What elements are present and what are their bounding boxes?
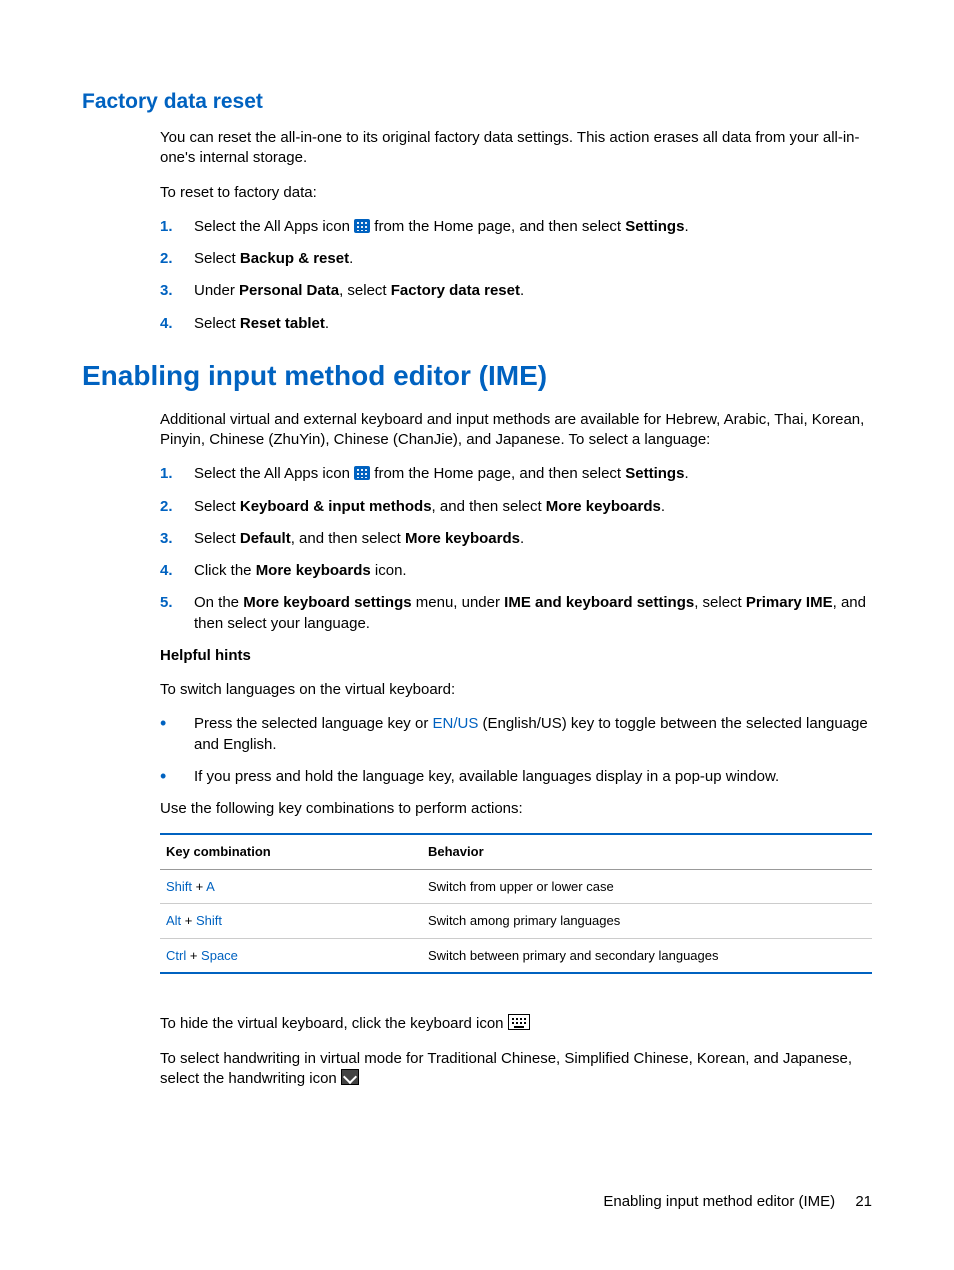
step-number: 1. [160,464,194,484]
step-text: Select the All Apps icon from the Home p… [194,464,872,484]
page-number: 21 [855,1193,872,1210]
step-text: Select Reset tablet. [194,314,872,334]
document-page: Factory data reset You can reset the all… [0,0,954,1270]
handwriting-text: To select handwriting in virtual mode fo… [160,1049,872,1090]
factory-lead: To reset to factory data: [160,183,872,203]
hide-keyboard-text: To hide the virtual keyboard, click the … [160,1014,872,1034]
step-text: Select the All Apps icon from the Home p… [194,217,872,237]
ime-intro: Additional virtual and external keyboard… [160,410,872,451]
bullet-text: Press the selected language key or EN/US… [194,714,872,755]
bullet-2: • If you press and hold the language key… [160,767,872,787]
hints-heading: Helpful hints [160,646,872,666]
bullet-text: If you press and hold the language key, … [194,767,872,787]
step-2: 2. Select Keyboard & input methods, and … [160,497,872,517]
keyboard-icon [508,1014,530,1030]
all-apps-icon [354,466,370,480]
cell-key: Alt + Shift [160,904,422,939]
hints-bullets: • Press the selected language key or EN/… [160,714,872,787]
table-intro: Use the following key combinations to pe… [160,799,872,819]
bullet-icon: • [160,767,194,787]
step-number: 2. [160,249,194,269]
step-number: 3. [160,281,194,301]
step-number: 2. [160,497,194,517]
step-text: On the More keyboard settings menu, unde… [194,593,872,634]
ime-steps: 1. Select the All Apps icon from the Hom… [160,464,872,634]
cell-behavior: Switch between primary and secondary lan… [422,938,872,973]
step-3: 3. Under Personal Data, select Factory d… [160,281,872,301]
bullet-1: • Press the selected language key or EN/… [160,714,872,755]
cell-behavior: Switch among primary languages [422,904,872,939]
step-5: 5. On the More keyboard settings menu, u… [160,593,872,634]
step-1: 1. Select the All Apps icon from the Hom… [160,217,872,237]
factory-reset-body: You can reset the all-in-one to its orig… [160,128,872,334]
heading-ime: Enabling input method editor (IME) [82,360,872,392]
step-4: 4. Click the More keyboards icon. [160,561,872,581]
step-text: Select Keyboard & input methods, and the… [194,497,872,517]
table-row: Ctrl + Space Switch between primary and … [160,938,872,973]
step-number: 1. [160,217,194,237]
table-row: Alt + Shift Switch among primary languag… [160,904,872,939]
step-1: 1. Select the All Apps icon from the Hom… [160,464,872,484]
table-row: Shift + A Switch from upper or lower cas… [160,869,872,904]
factory-intro: You can reset the all-in-one to its orig… [160,128,872,169]
step-number: 4. [160,314,194,334]
step-number: 4. [160,561,194,581]
step-text: Under Personal Data, select Factory data… [194,281,872,301]
cell-behavior: Switch from upper or lower case [422,869,872,904]
footer-title: Enabling input method editor (IME) [603,1193,835,1210]
hints-intro: To switch languages on the virtual keybo… [160,680,872,700]
bullet-icon: • [160,714,194,755]
ime-body: Additional virtual and external keyboard… [160,410,872,1089]
cell-key: Shift + A [160,869,422,904]
step-number: 5. [160,593,194,634]
col-key-combination: Key combination [160,834,422,869]
page-footer: Enabling input method editor (IME) 21 [603,1193,872,1210]
all-apps-icon [354,219,370,233]
step-text: Select Default, and then select More key… [194,529,872,549]
enus-key: EN/US [432,715,478,732]
heading-factory-reset: Factory data reset [82,90,872,114]
step-4: 4. Select Reset tablet. [160,314,872,334]
step-text: Click the More keyboards icon. [194,561,872,581]
table-header-row: Key combination Behavior [160,834,872,869]
cell-key: Ctrl + Space [160,938,422,973]
step-text: Select Backup & reset. [194,249,872,269]
key-combination-table: Key combination Behavior Shift + A Switc… [160,833,872,974]
factory-steps: 1. Select the All Apps icon from the Hom… [160,217,872,334]
step-number: 3. [160,529,194,549]
handwriting-icon [341,1069,359,1085]
step-2: 2. Select Backup & reset. [160,249,872,269]
step-3: 3. Select Default, and then select More … [160,529,872,549]
col-behavior: Behavior [422,834,872,869]
